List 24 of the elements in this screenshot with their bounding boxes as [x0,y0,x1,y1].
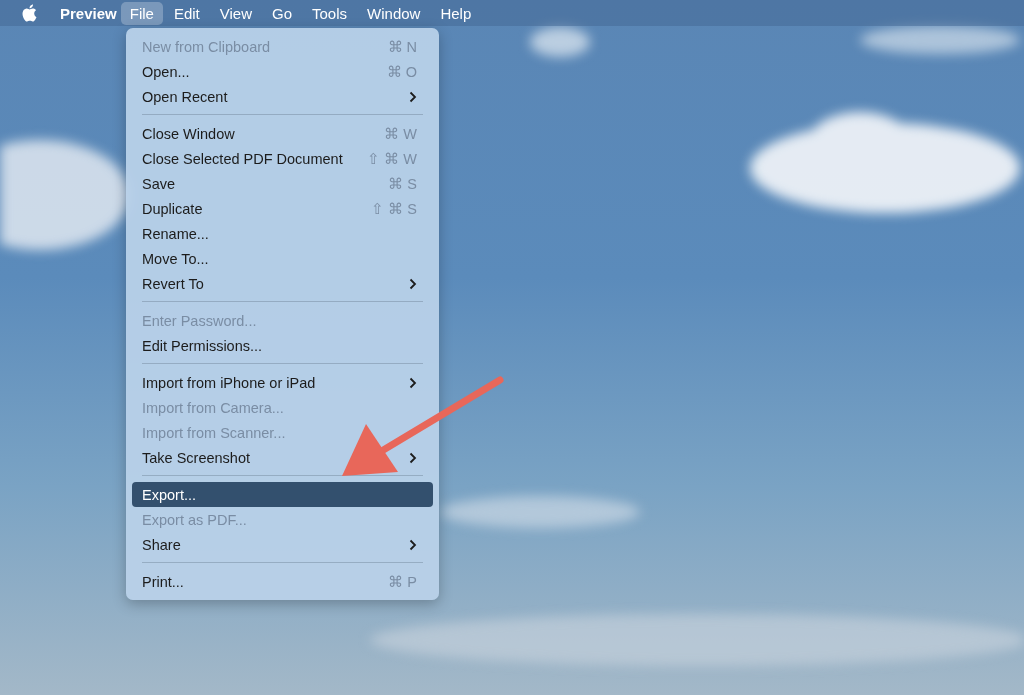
menu-bar-item[interactable]: Window [358,1,430,25]
cloud [530,27,590,57]
menu-item[interactable]: Revert To [132,271,433,296]
app-name[interactable]: Preview [60,4,117,22]
apple-logo-icon[interactable] [22,4,37,22]
menu-item[interactable]: Move To... [132,246,433,271]
menu-item[interactable]: Open... ⌘ O [132,59,433,84]
menu-item[interactable]: Close Selected PDF Document ⇧ ⌘ W [132,146,433,171]
menu-item[interactable]: Duplicate ⇧ ⌘ S [132,196,433,221]
menu-item[interactable]: Rename... [132,221,433,246]
menu-item[interactable]: Take Screenshot [132,445,433,470]
menu-item[interactable]: Save ⌘ S [132,171,433,196]
menu-bar-item[interactable]: Tools [303,1,357,25]
menu-item[interactable]: Share [132,532,433,557]
menu-item[interactable]: Print... ⌘ P [132,569,433,594]
menu-item[interactable]: Edit Permissions... [132,333,433,358]
menu-item[interactable]: Close Window ⌘ W [132,121,433,146]
menu-item[interactable]: Import from iPhone or iPad [132,370,433,395]
menu-item[interactable]: Export... [132,482,433,507]
menu-bar-item[interactable]: Help [431,1,481,25]
menu-bar-item[interactable]: Go [263,1,301,25]
menu-item[interactable]: Open Recent [132,84,433,109]
menu-bar-item[interactable]: View [210,1,261,25]
menu-bar-item[interactable]: Edit [164,1,209,25]
